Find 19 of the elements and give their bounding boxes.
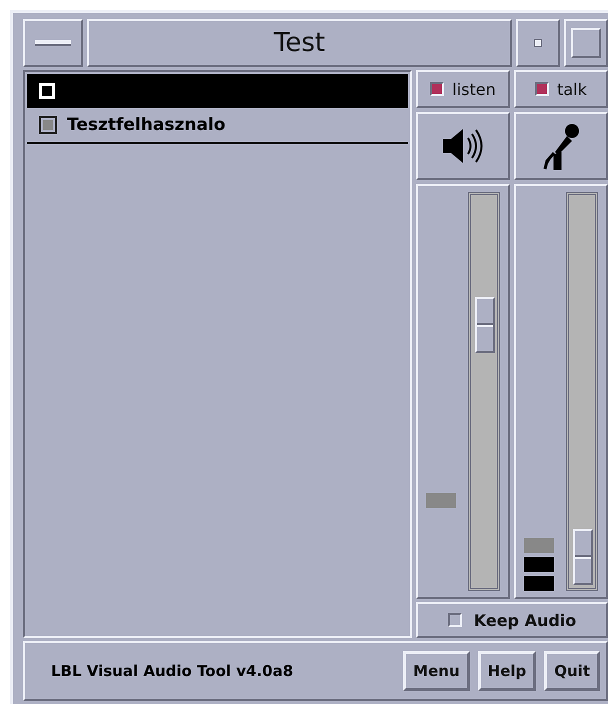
minimize-button[interactable] [516,19,560,67]
speaker-button[interactable] [416,112,510,180]
speaker-icon [441,127,485,165]
level-meter [524,538,554,591]
status-text: LBL Visual Audio Tool v4.0a8 [51,662,294,680]
level-meter [426,493,456,508]
microphone-icon [541,122,581,170]
maximize-button[interactable] [564,19,608,67]
footer-button[interactable]: Quit [544,651,600,691]
participant-icon [39,116,57,134]
window-menu-button[interactable] [23,19,83,67]
window-title: Test [87,19,512,67]
footer-button[interactable]: Menu [403,651,470,691]
participant-row[interactable]: Tesztfelhasznalo [27,108,408,144]
keep-audio-toggle[interactable]: Keep Audio [416,602,608,638]
listen-toggle[interactable]: listen [416,70,510,108]
microphone-button[interactable] [514,112,608,180]
footer-button[interactable]: Help [478,651,536,691]
talk-toggle[interactable]: talk [514,70,608,108]
